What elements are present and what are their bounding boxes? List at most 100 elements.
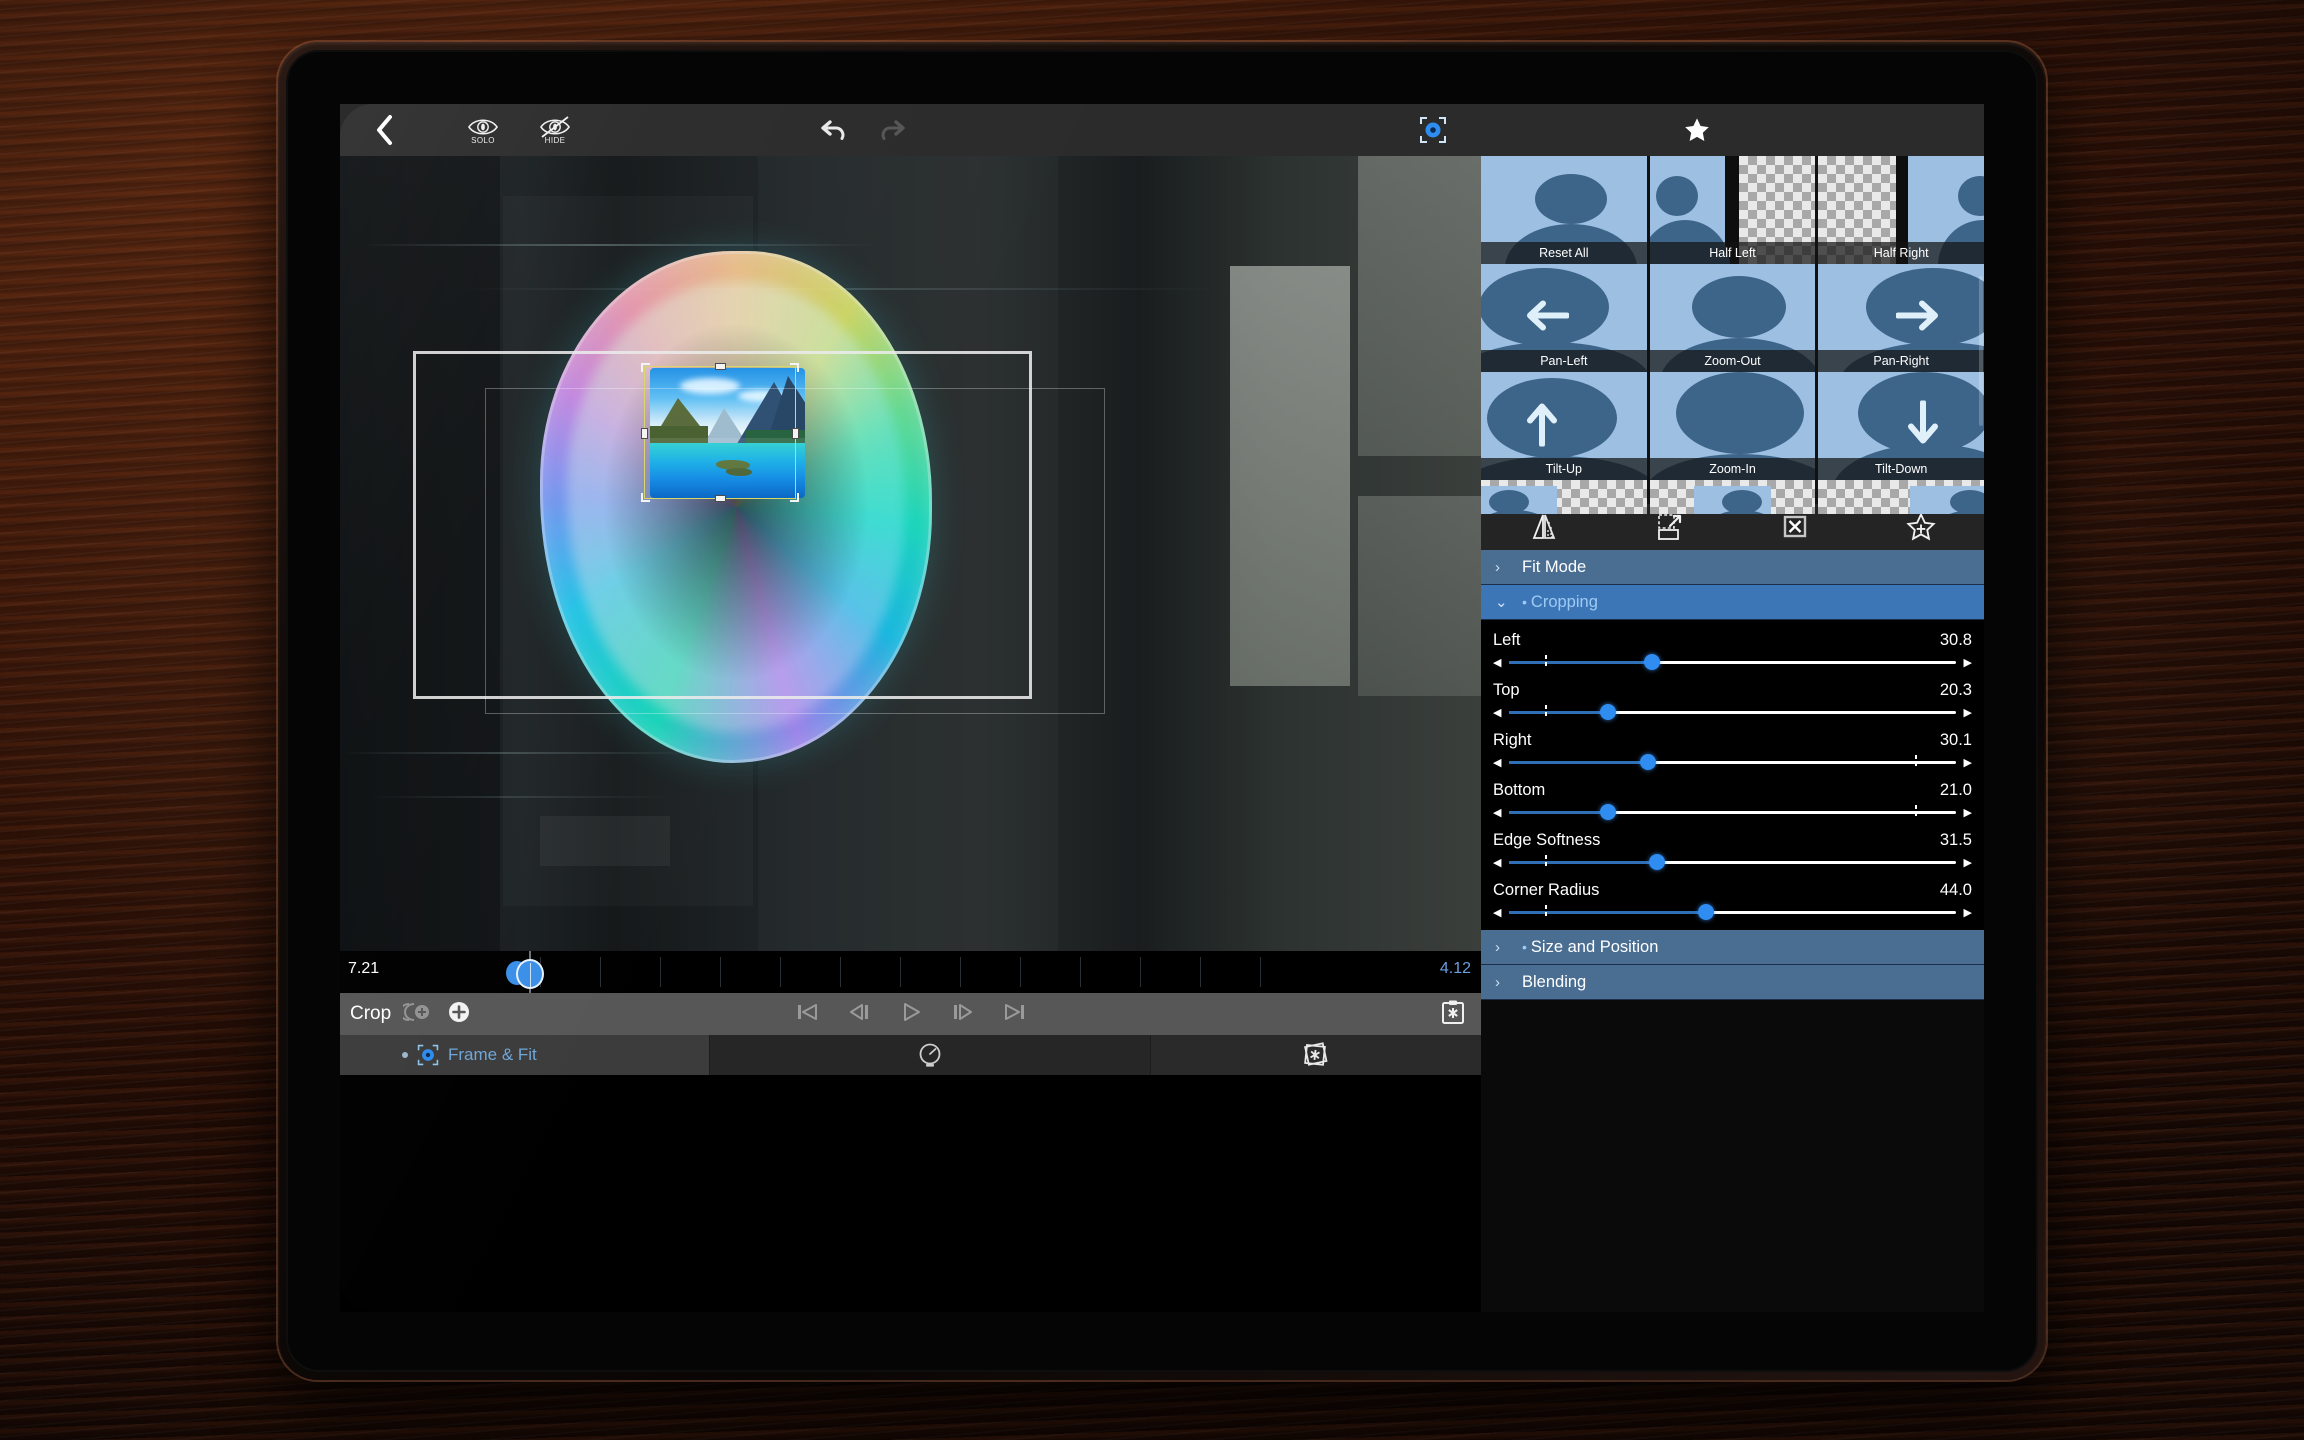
- preset-partial-3[interactable]: [1818, 480, 1984, 514]
- slider-left[interactable]: Left 30.8 ◀ ▶: [1481, 626, 1984, 676]
- preset-zoom-out[interactable]: Zoom-Out: [1649, 264, 1816, 372]
- handle-left[interactable]: [641, 427, 648, 439]
- increment-arrow-icon[interactable]: ▶: [1964, 706, 1972, 719]
- timeline-start-time: 7.21: [348, 960, 380, 977]
- favorite-button[interactable]: [1675, 108, 1719, 152]
- preset-label: Zoom-In: [1649, 458, 1816, 480]
- reset-transform-button[interactable]: [1607, 512, 1733, 542]
- handle-top-right[interactable]: [790, 363, 799, 372]
- preview-canvas[interactable]: [340, 156, 1481, 951]
- preset-half-right[interactable]: Half Right: [1818, 156, 1984, 264]
- playhead-handle[interactable]: [516, 959, 544, 989]
- decrement-arrow-icon[interactable]: ◀: [1493, 656, 1501, 669]
- timeline-ruler[interactable]: 7.21 4.12: [340, 951, 1481, 993]
- step-forward-icon: [953, 1003, 972, 1020]
- preset-row-partial: [1481, 480, 1984, 514]
- back-button[interactable]: [362, 108, 406, 152]
- play-button[interactable]: [898, 1000, 924, 1029]
- preset-half-left[interactable]: Half Left: [1649, 156, 1816, 264]
- clip-frame-and-fit[interactable]: Frame & Fit: [340, 1035, 710, 1075]
- selection-rectangle[interactable]: [641, 363, 799, 502]
- skip-to-end-button[interactable]: [1002, 1000, 1028, 1029]
- preset-pan-left[interactable]: Pan-Left: [1481, 264, 1647, 372]
- slider-corner-radius[interactable]: Corner Radius 44.0 ◀ ▶: [1481, 876, 1984, 926]
- crop-box-button[interactable]: [1733, 514, 1859, 540]
- preset-label: Pan-Left: [1481, 350, 1647, 372]
- ripple-keyframe-button[interactable]: [399, 1001, 431, 1028]
- clip-effect-slot[interactable]: [1151, 1035, 1481, 1075]
- decrement-arrow-icon[interactable]: ◀: [1493, 906, 1501, 919]
- handle-top[interactable]: [715, 363, 726, 370]
- slider-value: 21.0: [1939, 781, 1972, 799]
- bg-window: [1230, 266, 1350, 686]
- solo-button[interactable]: SOLO: [456, 107, 510, 153]
- frame-and-fit-effect-button[interactable]: [1411, 108, 1455, 152]
- increment-arrow-icon[interactable]: ▶: [1964, 656, 1972, 669]
- handle-top-left[interactable]: [641, 363, 650, 372]
- hide-button[interactable]: HIDE: [528, 107, 582, 153]
- clip-label: Frame & Fit: [448, 1045, 537, 1064]
- decrement-arrow-icon[interactable]: ◀: [1493, 706, 1501, 719]
- track-label: Crop: [350, 1003, 392, 1024]
- add-favorite-star-icon: [1906, 512, 1936, 541]
- clipboard-effect-button[interactable]: [1441, 999, 1465, 1030]
- preset-label: Tilt-Up: [1481, 458, 1647, 480]
- mirror-button[interactable]: [1481, 512, 1607, 542]
- section-blending[interactable]: › Blending: [1481, 965, 1984, 1000]
- undo-button[interactable]: [812, 108, 856, 152]
- preset-row: Tilt-Up Zoom-In Tilt-Down: [1481, 372, 1984, 480]
- preset-zoom-in[interactable]: Zoom-In: [1649, 372, 1816, 480]
- clip-speed-slot[interactable]: [710, 1035, 1151, 1075]
- add-favorite-button[interactable]: [1858, 512, 1984, 542]
- plus-circle-icon: [449, 1001, 470, 1022]
- skip-to-end-icon: [1004, 1003, 1024, 1020]
- decrement-arrow-icon[interactable]: ◀: [1493, 806, 1501, 819]
- ripple-icon: [399, 1002, 430, 1021]
- increment-arrow-icon[interactable]: ▶: [1964, 806, 1972, 819]
- section-label: Blending: [1522, 972, 1587, 991]
- chevron-right-icon: ›: [1495, 558, 1500, 576]
- stacked-asterisk-icon: [1304, 1042, 1328, 1066]
- bg-window: [1358, 156, 1481, 456]
- decrement-arrow-icon[interactable]: ◀: [1493, 856, 1501, 869]
- preset-tilt-up[interactable]: Tilt-Up: [1481, 372, 1647, 480]
- handle-bottom-left[interactable]: [641, 493, 650, 502]
- slider-top[interactable]: Top 20.3 ◀ ▶: [1481, 676, 1984, 726]
- handle-right[interactable]: [792, 427, 799, 439]
- redo-button[interactable]: [870, 108, 914, 152]
- step-back-button[interactable]: [846, 1000, 872, 1029]
- increment-arrow-icon[interactable]: ▶: [1964, 756, 1972, 769]
- solo-label: SOLO: [471, 135, 495, 145]
- increment-arrow-icon[interactable]: ▶: [1964, 856, 1972, 869]
- back-chevron-icon: [377, 115, 392, 145]
- decrement-arrow-icon[interactable]: ◀: [1493, 756, 1501, 769]
- slider-value: 44.0: [1939, 881, 1972, 899]
- preset-scrollbar[interactable]: [1979, 276, 1983, 426]
- cropping-sliders: Left 30.8 ◀ ▶ Top 20.3 ◀ ▶ Right 30.1 ◀ …: [1481, 620, 1984, 930]
- slider-right[interactable]: Right 30.1 ◀ ▶: [1481, 726, 1984, 776]
- step-forward-button[interactable]: [950, 1000, 976, 1029]
- slider-edge-softness[interactable]: Edge Softness 31.5 ◀ ▶: [1481, 826, 1984, 876]
- slider-bottom[interactable]: Bottom 21.0 ◀ ▶: [1481, 776, 1984, 826]
- section-cropping[interactable]: ⌄ • Cropping: [1481, 585, 1984, 620]
- modified-dot: •: [1522, 939, 1527, 955]
- preset-partial-2[interactable]: [1649, 480, 1816, 514]
- preset-label: Half Left: [1649, 242, 1816, 264]
- skip-to-start-button[interactable]: [794, 1000, 820, 1029]
- preset-reset-all[interactable]: Reset All: [1481, 156, 1647, 264]
- star-icon: [1685, 118, 1709, 141]
- arrow-down-icon: [1908, 399, 1939, 444]
- preset-partial-1[interactable]: [1481, 480, 1647, 514]
- section-size-and-position[interactable]: › • Size and Position: [1481, 930, 1984, 965]
- eye-solo-icon: [468, 118, 498, 135]
- handle-bottom-right[interactable]: [790, 493, 799, 502]
- add-keyframe-button[interactable]: [447, 1000, 471, 1029]
- preset-tilt-down[interactable]: Tilt-Down: [1818, 372, 1984, 480]
- section-fit-mode[interactable]: › Fit Mode: [1481, 550, 1984, 585]
- arrow-right-icon: [1895, 300, 1939, 331]
- transport-controls: [794, 1000, 1028, 1029]
- arrow-up-icon: [1526, 403, 1557, 448]
- handle-bottom[interactable]: [715, 495, 726, 502]
- preset-pan-right[interactable]: Pan-Right: [1818, 264, 1984, 372]
- increment-arrow-icon[interactable]: ▶: [1964, 906, 1972, 919]
